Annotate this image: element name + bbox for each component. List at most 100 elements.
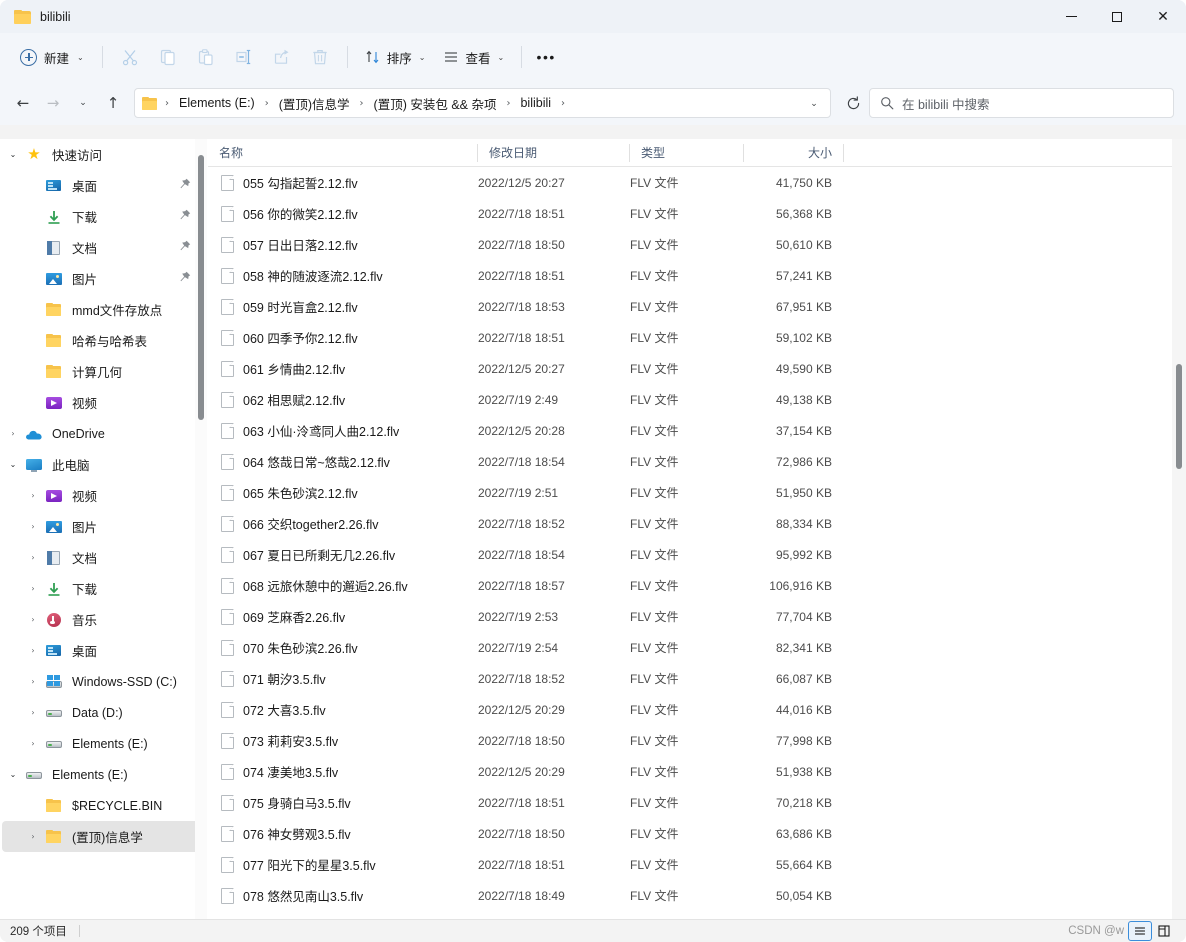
chevron-right-icon[interactable]: › [22, 739, 44, 748]
sidebar-item-4[interactable]: 图片 [2, 263, 203, 294]
column-header-date[interactable]: 修改日期 [478, 139, 630, 167]
sidebar-item-12[interactable]: › 图片 [2, 511, 203, 542]
sidebar-item-0[interactable]: ⌄ ★ 快速访问 [2, 139, 203, 170]
file-list-scrollbar-thumb[interactable] [1176, 364, 1182, 469]
table-row[interactable]: 057 日出日落2.12.flv 2022/7/18 18:50 FLV 文件 50,… [208, 229, 1186, 260]
sidebar-item-5[interactable]: mmd文件存放点 [2, 294, 203, 325]
sidebar-item-6[interactable]: 哈希与哈希表 [2, 325, 203, 356]
chevron-right-icon[interactable]: › [22, 708, 44, 717]
table-row[interactable]: 064 悠哉日常~悠哉2.12.flv 2022/7/18 18:54 FLV 文件… [208, 446, 1186, 477]
table-row[interactable]: 078 悠然见南山3.5.flv 2022/7/18 18:49 FLV 文件 50,… [208, 880, 1186, 911]
sidebar-item-1[interactable]: 桌面 [2, 170, 203, 201]
table-row[interactable]: 067 夏日已所剩无几2.26.flv 2022/7/18 18:54 FLV 文件… [208, 539, 1186, 570]
chevron-right-icon[interactable]: › [22, 646, 44, 655]
sidebar-item-8[interactable]: 视频 [2, 387, 203, 418]
column-header-name[interactable]: ⌃ 名称 [208, 139, 478, 167]
table-row[interactable]: 074 凄美地3.5.flv 2022/12/5 20:29 FLV 文件 51,93… [208, 756, 1186, 787]
chevron-right-icon[interactable]: › [2, 429, 24, 438]
sidebar-item-19[interactable]: › Elements (E:) [2, 728, 203, 759]
refresh-button[interactable] [837, 88, 869, 118]
chevron-right-icon[interactable]: › [22, 553, 44, 562]
sidebar-item-3[interactable]: 文档 [2, 232, 203, 263]
pin-icon[interactable] [178, 178, 191, 192]
sidebar-item-13[interactable]: › 文档 [2, 542, 203, 573]
chevron-down-icon[interactable]: ⌄ [2, 460, 24, 469]
sidebar-item-17[interactable]: › Windows-SSD (C:) [2, 666, 203, 697]
new-button[interactable]: 新建 ⌄ [14, 42, 94, 73]
delete-button[interactable] [301, 41, 339, 73]
sidebar-scrollbar-track[interactable] [195, 139, 207, 919]
chevron-right-icon[interactable]: › [22, 677, 44, 686]
chevron-down-icon[interactable]: ⌄ [2, 150, 24, 159]
table-row[interactable]: 058 神的随波逐流2.12.flv 2022/7/18 18:51 FLV 文件 5… [208, 260, 1186, 291]
maximize-button[interactable] [1094, 0, 1140, 33]
search-box[interactable]: 在 bilibili 中搜索 [869, 88, 1174, 118]
table-row[interactable]: 065 朱色砂滨2.12.flv 2022/7/19 2:51 FLV 文件 51,9… [208, 477, 1186, 508]
chevron-right-icon[interactable]: › [22, 832, 44, 841]
close-button[interactable]: ✕ [1140, 0, 1186, 33]
copy-button[interactable] [149, 41, 187, 73]
breadcrumb-item-0[interactable]: Elements (E:) [175, 93, 259, 113]
column-header-type[interactable]: 类型 [630, 139, 744, 167]
table-row[interactable]: 060 四季予你2.12.flv 2022/7/18 18:51 FLV 文件 59,… [208, 322, 1186, 353]
chevron-right-icon[interactable]: › [22, 491, 44, 500]
cut-button[interactable] [111, 41, 149, 73]
sidebar-item-9[interactable]: › OneDrive [2, 418, 203, 449]
search-input[interactable]: 在 bilibili 中搜索 [902, 94, 990, 113]
table-row[interactable]: 077 阳光下的星星3.5.flv 2022/7/18 18:51 FLV 文件 55… [208, 849, 1186, 880]
table-row[interactable]: 056 你的微笑2.12.flv 2022/7/18 18:51 FLV 文件 56,… [208, 198, 1186, 229]
sort-button[interactable]: 排序 ⌄ [356, 42, 435, 73]
chevron-right-icon[interactable]: › [22, 522, 44, 531]
pin-icon[interactable] [178, 271, 191, 285]
pin-icon[interactable] [178, 240, 191, 254]
minimize-button[interactable] [1048, 0, 1094, 33]
back-button[interactable]: ← [8, 88, 38, 118]
sidebar-item-21[interactable]: $RECYCLE.BIN [2, 790, 203, 821]
table-row[interactable]: 055 勾指起誓2.12.flv 2022/12/5 20:27 FLV 文件 41,… [208, 167, 1186, 198]
table-row[interactable]: 069 芝麻香2.26.flv 2022/7/19 2:53 FLV 文件 77,70… [208, 601, 1186, 632]
breadcrumb-dropdown-icon[interactable]: ⌄ [802, 90, 826, 116]
breadcrumb-item-3[interactable]: bilibili [516, 93, 555, 113]
chevron-down-icon[interactable]: ⌄ [2, 770, 24, 779]
details-view-button[interactable] [1128, 921, 1152, 941]
up-button[interactable]: ↑ [98, 88, 128, 118]
sidebar-scrollbar-thumb[interactable] [198, 155, 204, 420]
table-row[interactable]: 075 身骑白马3.5.flv 2022/7/18 18:51 FLV 文件 70,2… [208, 787, 1186, 818]
large-icons-view-button[interactable] [1152, 921, 1176, 941]
table-row[interactable]: 063 小仙·泠鸢同人曲2.12.flv 2022/12/5 20:28 FLV 文… [208, 415, 1186, 446]
recent-locations-button[interactable]: ⌄ [68, 88, 98, 118]
sidebar-item-15[interactable]: › 音乐 [2, 604, 203, 635]
sidebar-item-16[interactable]: › 桌面 [2, 635, 203, 666]
table-row[interactable]: 068 远旅休憩中的邂逅2.26.flv 2022/7/18 18:57 FLV 文… [208, 570, 1186, 601]
column-header-size[interactable]: 大小 [744, 139, 844, 167]
table-row[interactable]: 070 朱色砂滨2.26.flv 2022/7/19 2:54 FLV 文件 82,3… [208, 632, 1186, 663]
file-list-scrollbar-track[interactable] [1172, 139, 1186, 919]
sidebar-item-22[interactable]: › (置顶)信息学 [2, 821, 203, 852]
breadcrumb-item-2[interactable]: (置顶) 安装包 && 杂项 [370, 91, 501, 116]
forward-button[interactable]: → [38, 88, 68, 118]
sidebar-item-14[interactable]: › 下载 [2, 573, 203, 604]
sidebar-item-11[interactable]: › 视频 [2, 480, 203, 511]
chevron-right-icon[interactable]: › [22, 615, 44, 624]
sidebar-item-7[interactable]: 计算几何 [2, 356, 203, 387]
table-row[interactable]: 076 神女劈观3.5.flv 2022/7/18 18:50 FLV 文件 63,6… [208, 818, 1186, 849]
column-divider[interactable] [843, 143, 844, 162]
sidebar-item-2[interactable]: 下载 [2, 201, 203, 232]
sidebar-item-18[interactable]: › Data (D:) [2, 697, 203, 728]
sidebar-item-20[interactable]: ⌄ Elements (E:) [2, 759, 203, 790]
paste-button[interactable] [187, 41, 225, 73]
breadcrumb-item-1[interactable]: (置顶)信息学 [275, 91, 354, 116]
more-options-button[interactable]: ••• [530, 42, 562, 72]
chevron-right-icon[interactable]: › [22, 584, 44, 593]
pin-icon[interactable] [178, 209, 191, 223]
rename-button[interactable] [225, 41, 263, 73]
sidebar-item-10[interactable]: ⌄ 此电脑 [2, 449, 203, 480]
table-row[interactable]: 072 大喜3.5.flv 2022/12/5 20:29 FLV 文件 44,016… [208, 694, 1186, 725]
table-row[interactable]: 059 时光盲盒2.12.flv 2022/7/18 18:53 FLV 文件 67,… [208, 291, 1186, 322]
view-button[interactable]: 查看 ⌄ [434, 42, 513, 73]
table-row[interactable]: 062 相思赋2.12.flv 2022/7/19 2:49 FLV 文件 49,13… [208, 384, 1186, 415]
table-row[interactable]: 073 莉莉安3.5.flv 2022/7/18 18:50 FLV 文件 77,99… [208, 725, 1186, 756]
breadcrumb[interactable]: › Elements (E:) › (置顶)信息学 › (置顶) 安装包 && … [134, 88, 831, 118]
table-row[interactable]: 066 交织together2.26.flv 2022/7/18 18:52 FLV… [208, 508, 1186, 539]
table-row[interactable]: 071 朝汐3.5.flv 2022/7/18 18:52 FLV 文件 66,087… [208, 663, 1186, 694]
